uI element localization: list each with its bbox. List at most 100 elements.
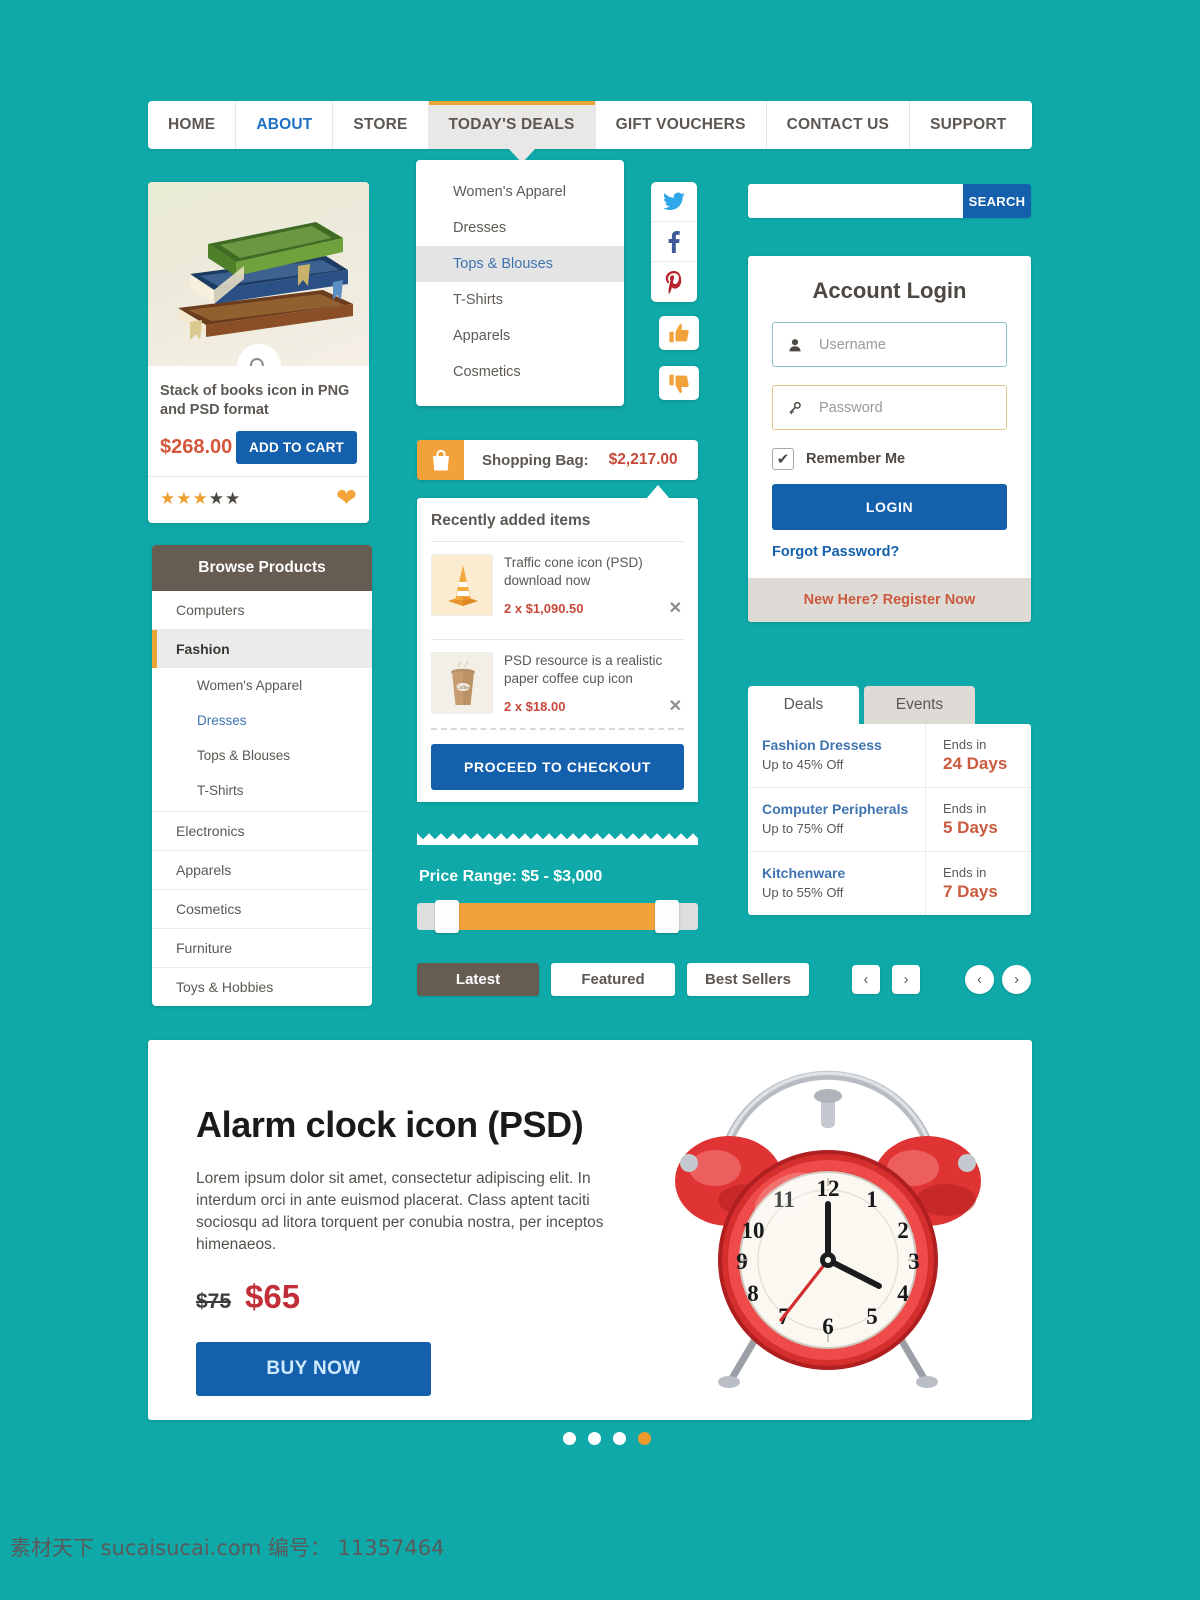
deals-tabs: Deals Events — [748, 686, 1031, 724]
twitter-icon — [663, 192, 685, 211]
browse-item-computers[interactable]: Computers — [152, 591, 372, 630]
key-icon — [789, 401, 801, 414]
browse-item-furniture[interactable]: Furniture — [152, 929, 372, 968]
svg-text:10: 10 — [742, 1218, 765, 1243]
star-icon[interactable]: ★ — [225, 489, 241, 508]
product-rating[interactable]: ★★★★★ — [160, 489, 241, 509]
promo-banner: Alarm clock icon (PSD) Lorem ipsum dolor… — [148, 1040, 1032, 1420]
main-navigation: HOME ABOUT STORE TODAY'S DEALS GIFT VOUCHERS… — [148, 101, 1032, 149]
register-link[interactable]: New Here? Register Now — [748, 578, 1031, 622]
nav-item-gift-vouchers[interactable]: GIFT VOUCHERS — [596, 101, 767, 149]
nav-item-store[interactable]: STORE — [333, 101, 429, 149]
remember-me-row[interactable]: ✔ Remember Me — [772, 448, 1007, 470]
proceed-to-checkout-button[interactable]: PROCEED TO CHECKOUT — [431, 744, 684, 791]
star-icon[interactable]: ★ — [209, 489, 225, 508]
receipt-zigzag-edge — [417, 833, 698, 845]
traffic-cone-thumb[interactable] — [431, 554, 493, 616]
nav-item-about[interactable]: ABOUT — [236, 101, 334, 149]
dropdown-item-dresses[interactable]: Dresses — [416, 210, 624, 246]
deal-row[interactable]: Computer Peripherals Up to 75% Off Ends in… — [748, 788, 1031, 852]
thumbs-up-button[interactable] — [659, 316, 699, 350]
browse-item-women-s-apparel[interactable]: Women's Apparel — [152, 668, 372, 703]
tab-best-sellers[interactable]: Best Sellers — [687, 963, 809, 996]
shopping-bag-summary[interactable]: Shopping Bag: $2,217.00 — [417, 440, 698, 480]
tab-deals[interactable]: Deals — [748, 686, 859, 724]
tab-latest[interactable]: Latest — [417, 963, 539, 996]
thumbs-down-button[interactable] — [659, 366, 699, 400]
deal-row[interactable]: Fashion Dressess Up to 45% Off Ends in 24 D… — [748, 724, 1031, 788]
deals-list: Fashion Dressess Up to 45% Off Ends in 24 D… — [748, 724, 1031, 915]
nav-item-support[interactable]: SUPPORT — [910, 101, 1026, 149]
password-input[interactable] — [801, 399, 1006, 416]
chevron-left-icon[interactable]: ‹ — [852, 965, 880, 994]
banner-description: Lorem ipsum dolor sit amet, consectetur … — [196, 1170, 604, 1253]
login-button[interactable]: LOGIN — [772, 484, 1007, 530]
star-icon[interactable]: ★ — [193, 489, 209, 508]
password-field[interactable] — [772, 385, 1007, 430]
carousel-dot[interactable] — [563, 1432, 576, 1445]
username-field[interactable] — [772, 322, 1007, 367]
remember-me-checkbox[interactable]: ✔ — [772, 448, 794, 470]
dropdown-item-t-shirts[interactable]: T-Shirts — [416, 282, 624, 318]
coffee-cup-icon: Coffee — [432, 653, 492, 714]
star-icon[interactable]: ★ — [176, 489, 192, 508]
deal-name[interactable]: Computer Peripherals — [762, 801, 925, 817]
price-range-slider[interactable] — [417, 900, 698, 933]
coffee-cup-thumb[interactable]: Coffee — [431, 652, 493, 715]
forgot-password-link[interactable]: Forgot Password? — [772, 544, 1007, 560]
browse-item-electronics[interactable]: Electronics — [152, 812, 372, 851]
facebook-link[interactable] — [651, 222, 697, 262]
chevron-left-round-icon[interactable]: ‹ — [965, 965, 994, 994]
deal-row[interactable]: Kitchenware Up to 55% Off Ends in 7 Days — [748, 852, 1031, 915]
browse-item-apparels[interactable]: Apparels — [152, 851, 372, 890]
deal-discount: Up to 45% Off — [762, 757, 844, 772]
deal-info: Fashion Dressess Up to 45% Off — [748, 724, 925, 787]
browse-item-tops-blouses[interactable]: Tops & Blouses — [152, 738, 372, 773]
shopping-bag-icon — [417, 440, 464, 480]
dropdown-item-women-s-apparel[interactable]: Women's Apparel — [416, 174, 624, 210]
browse-item-toys-hobbies[interactable]: Toys & Hobbies — [152, 968, 372, 1006]
deal-name[interactable]: Kitchenware — [762, 865, 925, 881]
deal-days: 7 Days — [943, 882, 998, 901]
twitter-link[interactable] — [651, 182, 697, 222]
nav-item-today-s-deals[interactable]: TODAY'S DEALS — [428, 101, 596, 149]
tab-events[interactable]: Events — [864, 686, 975, 724]
slider-handle-max[interactable] — [655, 900, 679, 933]
banner-new-price: $65 — [245, 1278, 301, 1315]
dropdown-item-tops-blouses[interactable]: Tops & Blouses — [416, 246, 624, 282]
close-icon[interactable]: ✕ — [669, 598, 684, 618]
slider-handle-min[interactable] — [435, 900, 459, 933]
product-title: Stack of books icon in PNG and PSD forma… — [160, 383, 350, 418]
dropdown-item-apparels[interactable]: Apparels — [416, 318, 624, 354]
deal-name[interactable]: Fashion Dressess — [762, 737, 925, 753]
add-to-cart-button[interactable]: ADD TO CART — [236, 431, 357, 465]
chevron-right-round-icon[interactable]: › — [1002, 965, 1031, 994]
bag-glyph-icon — [432, 449, 449, 470]
nav-item-contact-us[interactable]: CONTACT US — [767, 101, 911, 149]
search-button[interactable]: SEARCH — [963, 184, 1031, 218]
nav-item-home[interactable]: HOME — [148, 101, 237, 149]
heart-icon[interactable]: ❤ — [336, 486, 357, 511]
browse-item-cosmetics[interactable]: Cosmetics — [152, 890, 372, 929]
carousel-dot[interactable] — [613, 1432, 626, 1445]
deal-info: Computer Peripherals Up to 75% Off — [748, 788, 925, 851]
shopping-bag-total: $2,217.00 — [608, 451, 678, 468]
search-input[interactable] — [748, 184, 963, 218]
buy-now-button[interactable]: BUY NOW — [196, 1342, 431, 1396]
carousel-dot[interactable] — [588, 1432, 601, 1445]
browse-item-fashion[interactable]: Fashion — [152, 630, 372, 668]
watermark: 素材天下 sucaisucai.com 编号： 11357464 — [10, 1536, 445, 1560]
browse-item-t-shirts[interactable]: T-Shirts — [152, 773, 372, 812]
product-image[interactable] — [148, 182, 369, 366]
pinterest-link[interactable] — [651, 262, 697, 302]
tab-featured[interactable]: Featured — [551, 963, 675, 996]
close-icon[interactable]: ✕ — [669, 696, 684, 716]
carousel-dot[interactable] — [638, 1432, 651, 1445]
chevron-right-icon[interactable]: › — [892, 965, 920, 994]
remember-me-label: Remember Me — [806, 451, 906, 467]
star-icon[interactable]: ★ — [160, 489, 176, 508]
dropdown-item-cosmetics[interactable]: Cosmetics — [416, 354, 624, 390]
cart-item-name: PSD resource is a realistic paper coffee… — [504, 653, 663, 686]
browse-item-dresses[interactable]: Dresses — [152, 703, 372, 738]
username-input[interactable] — [801, 336, 1006, 353]
